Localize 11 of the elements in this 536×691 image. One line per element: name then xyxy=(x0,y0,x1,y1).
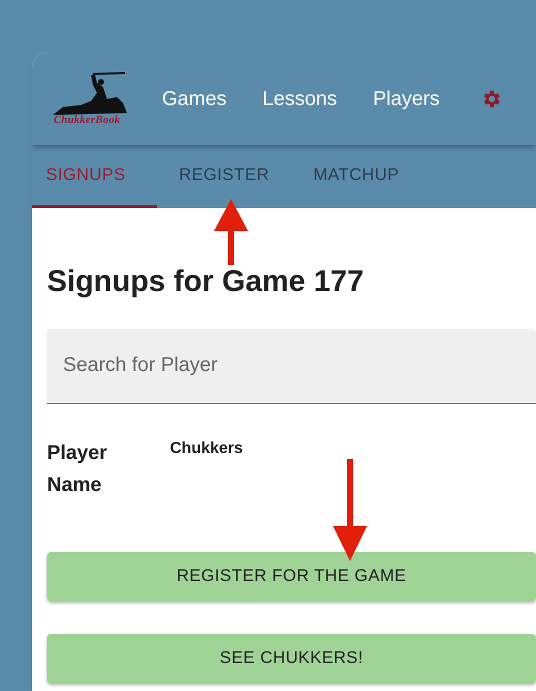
page-heading: Signups for Game 177 xyxy=(47,264,365,300)
action-button[interactable]: REGISTER FOR THE GAME xyxy=(47,552,536,600)
nav-link[interactable]: Games xyxy=(162,84,226,114)
column-header: Chukkers xyxy=(170,438,243,458)
action-button[interactable]: SEE CHUKKERS! xyxy=(47,634,536,682)
column-header: Player Name xyxy=(47,440,108,498)
search-field[interactable]: Search for Player xyxy=(47,328,536,404)
logo-text: ChukkerBook xyxy=(54,115,120,126)
nav-link[interactable]: Lessons xyxy=(262,84,337,114)
nav-link[interactable]: Players xyxy=(372,84,440,114)
annotation-arrow xyxy=(214,199,248,265)
